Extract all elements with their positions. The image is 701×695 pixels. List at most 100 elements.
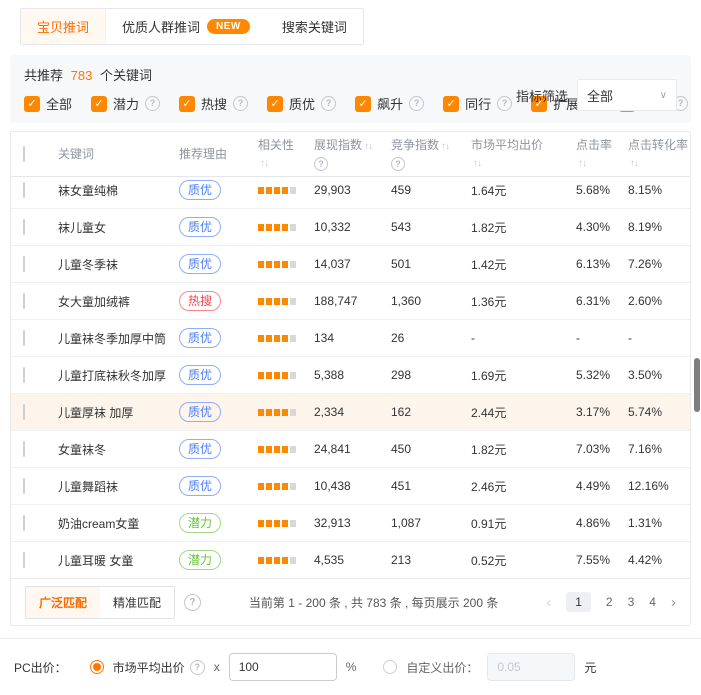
column-header-impression[interactable]: 展现指数↑↓ ? [314, 137, 391, 172]
row-checkbox-cell [23, 479, 58, 493]
filter-checkbox-quality[interactable]: ✓质优? [267, 94, 336, 113]
reason-tag: 质优 [179, 217, 221, 237]
keyword-cell: 袜儿童女 [58, 219, 179, 236]
avg-bid-cell: 0.52元 [471, 552, 576, 569]
help-icon[interactable]: ? [314, 157, 328, 171]
table-row: 儿童耳暖 女童潜力4,5352130.52元7.55%4.42% [11, 542, 690, 578]
column-header-relevance[interactable]: 相关性 ↑↓ [258, 137, 314, 172]
relevance-bar [266, 446, 272, 453]
competition-cell: 1,087 [391, 516, 471, 530]
broad-match-button[interactable]: 广泛匹配 [26, 587, 100, 618]
competition-cell: 26 [391, 331, 471, 345]
column-header-cvr[interactable]: 点击转化率 ↑↓ [628, 137, 690, 172]
row-checkbox[interactable] [23, 293, 25, 309]
column-header-competition[interactable]: 竞争指数↑↓ ? [391, 137, 471, 172]
filter-checkbox-hot-search[interactable]: ✓热搜? [179, 94, 248, 113]
relevance-bars [258, 520, 314, 527]
tab-label: 宝贝推词 [37, 17, 89, 36]
help-icon[interactable]: ? [233, 96, 248, 111]
filter-checkbox-potential[interactable]: ✓潜力? [91, 94, 160, 113]
pagination: ‹ 1 2 34 › [546, 592, 676, 612]
relevance-bar [258, 446, 264, 453]
relevance-bars [258, 483, 314, 490]
checkbox-checked-icon: ✓ [355, 96, 371, 112]
help-icon[interactable]: ? [321, 96, 336, 111]
column-header-keyword: 关键词 [58, 146, 179, 163]
relevance-bar [282, 409, 288, 416]
relevance-cell [258, 261, 314, 268]
filter-checkbox-label: 质优 [289, 94, 315, 113]
pc-bid-label: PC出价： [14, 659, 67, 676]
table-footer: 广泛匹配精准匹配 ? 当前第 1 - 200 条 , 共 783 条 , 每页展… [11, 578, 690, 625]
filter-checkbox-label: 全部 [46, 94, 72, 113]
row-checkbox[interactable] [23, 552, 25, 568]
metric-filter-select[interactable]: 全部 ∨ [577, 79, 677, 111]
row-checkbox[interactable] [23, 441, 25, 457]
exact-match-button[interactable]: 精准匹配 [100, 587, 174, 618]
row-checkbox[interactable] [23, 256, 25, 272]
multiply-sign: x [214, 660, 220, 674]
ctr-cell: 5.32% [576, 368, 628, 382]
select-all-checkbox[interactable] [23, 146, 25, 162]
relevance-bar [258, 335, 264, 342]
tab-product-keywords[interactable]: 宝贝推词 [21, 9, 106, 44]
pagination-page-3[interactable]: 3 [628, 595, 635, 609]
relevance-bar [290, 335, 296, 342]
percent-input[interactable] [229, 653, 337, 681]
relevance-bar [282, 224, 288, 231]
relevance-bar [266, 187, 272, 194]
reason-tag: 潜力 [179, 513, 221, 533]
row-checkbox[interactable] [23, 367, 25, 383]
column-header-ctr[interactable]: 点击率 ↑↓ [576, 137, 628, 172]
tab-search-keywords[interactable]: 搜索关键词 [266, 9, 363, 44]
filter-checkbox-peer[interactable]: ✓同行? [443, 94, 512, 113]
cvr-cell: - [628, 331, 690, 345]
row-checkbox[interactable] [23, 404, 25, 420]
reason-cell: 潜力 [179, 550, 258, 570]
help-icon[interactable]: ? [190, 660, 205, 675]
help-icon[interactable]: ? [409, 96, 424, 111]
market-avg-bid-radio[interactable] [90, 660, 104, 674]
row-checkbox[interactable] [23, 330, 25, 346]
tab-audience-keywords[interactable]: 优质人群推词NEW [106, 9, 266, 44]
custom-bid-input[interactable] [487, 653, 575, 681]
filter-checkbox-rising[interactable]: ✓ 飙升? [355, 94, 424, 113]
pagination-page-1[interactable]: 1 [566, 592, 591, 612]
sort-icon: ↑↓ [441, 141, 449, 152]
relevance-bars [258, 446, 314, 453]
ctr-cell: 4.86% [576, 516, 628, 530]
row-checkbox[interactable] [23, 478, 25, 494]
reason-cell: 质优 [179, 217, 258, 237]
reason-tag: 质优 [179, 254, 221, 274]
relevance-cell [258, 409, 314, 416]
relevance-bars [258, 335, 314, 342]
pagination-page-2[interactable]: 2 [606, 595, 613, 609]
relevance-bar [274, 409, 280, 416]
pagination-next-icon[interactable]: › [671, 594, 676, 611]
avg-bid-cell: 1.82元 [471, 219, 576, 236]
relevance-bar [258, 224, 264, 231]
relevance-bar [266, 520, 272, 527]
ctr-cell: 7.55% [576, 553, 628, 567]
relevance-bar [282, 298, 288, 305]
cvr-cell: 8.15% [628, 183, 690, 197]
filter-checkbox-all[interactable]: ✓全部 [24, 94, 72, 113]
row-checkbox[interactable] [23, 182, 25, 198]
row-checkbox-cell [23, 368, 58, 382]
pagination-page-4[interactable]: 4 [649, 595, 656, 609]
row-checkbox[interactable] [23, 219, 25, 235]
filter-checkbox-label: 飙升 [377, 94, 403, 113]
column-header-avg-bid[interactable]: 市场平均出价 ↑↓ [471, 137, 576, 172]
custom-bid-radio[interactable] [383, 660, 397, 674]
ctr-cell: 4.30% [576, 220, 628, 234]
pagination-prev-icon[interactable]: ‹ [546, 594, 551, 611]
help-icon[interactable]: ? [184, 594, 201, 611]
help-icon[interactable]: ? [391, 157, 405, 171]
help-icon[interactable]: ? [497, 96, 512, 111]
relevance-bar [282, 520, 288, 527]
row-checkbox[interactable] [23, 515, 25, 531]
scrollbar-thumb[interactable] [694, 358, 700, 412]
help-icon[interactable]: ? [145, 96, 160, 111]
ctr-cell: 4.49% [576, 479, 628, 493]
relevance-bar [282, 557, 288, 564]
